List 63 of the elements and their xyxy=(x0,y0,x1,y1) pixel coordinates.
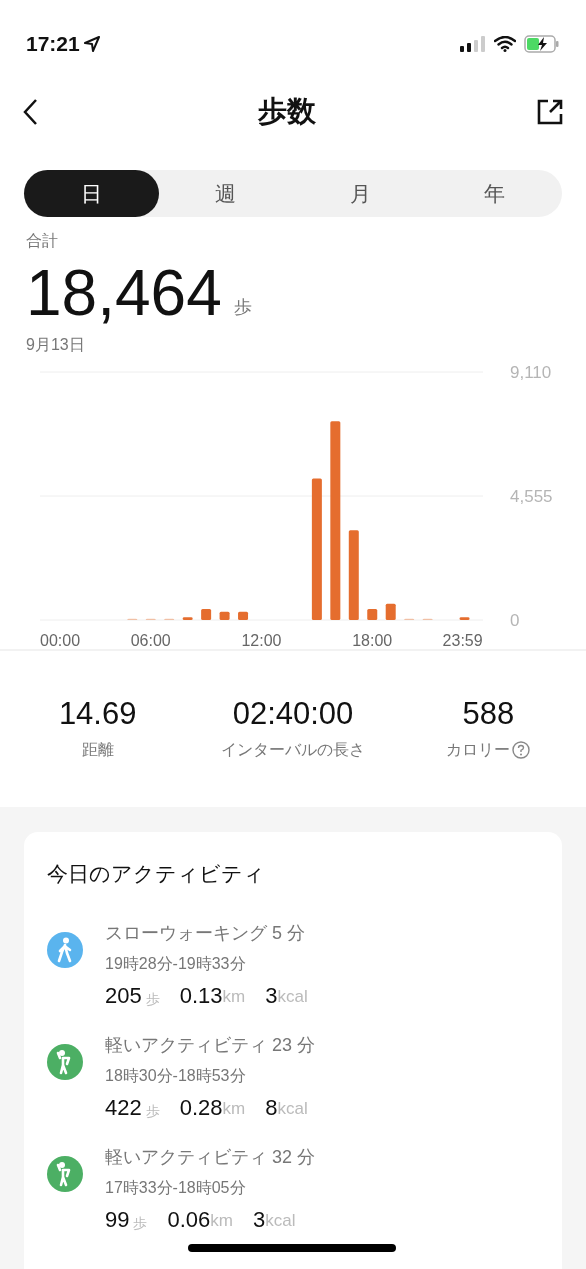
wifi-icon xyxy=(494,36,516,52)
step-unit: 歩 xyxy=(233,296,252,319)
stat-value: 14.69 xyxy=(58,696,137,732)
x-axis-label: 06:00 xyxy=(130,632,171,649)
distance-unit: km xyxy=(222,986,246,1008)
activity-distance: 0.13 xyxy=(179,981,223,1010)
activity-steps: 422 xyxy=(105,1093,142,1122)
distance-unit: km xyxy=(210,1210,233,1232)
x-axis-label: 12:00 xyxy=(241,632,282,649)
bar xyxy=(182,617,193,620)
date-label: 9月13日 xyxy=(26,335,86,355)
bar xyxy=(201,609,212,620)
calories-unit: kcal xyxy=(277,1098,308,1120)
period-tab[interactable]: 日 xyxy=(24,170,159,217)
bar xyxy=(459,617,470,620)
stat-label: インターバルの長さ xyxy=(221,740,365,760)
help-icon[interactable] xyxy=(512,741,531,759)
steps-unit: 歩 xyxy=(145,989,160,1009)
distance-unit: km xyxy=(222,1098,246,1120)
y-axis-label: 9,110 xyxy=(510,363,552,382)
stat-value: 02:40:00 xyxy=(232,696,354,732)
activity-time: 19時28分-19時33分 xyxy=(105,953,247,974)
share-icon[interactable] xyxy=(536,98,564,126)
stat-value: 588 xyxy=(462,696,515,732)
stat-label: 距離 xyxy=(81,740,114,760)
x-axis-label: 23:59 xyxy=(442,632,483,649)
activity-name: スローウォーキング 5 分 xyxy=(105,921,306,945)
x-axis-label: 00:00 xyxy=(40,632,81,649)
bar xyxy=(385,603,396,620)
activity-name: 軽いアクティビティ 23 分 xyxy=(105,1033,316,1057)
y-axis-label: 0 xyxy=(510,611,520,630)
period-tab[interactable]: 月 xyxy=(293,170,428,217)
status-time: 17:21 xyxy=(26,31,80,58)
bar xyxy=(238,611,249,620)
activity-distance: 0.06 xyxy=(167,1205,211,1234)
activity-time: 18時30分-18時53分 xyxy=(105,1065,247,1086)
bar xyxy=(219,611,230,620)
back-icon[interactable] xyxy=(22,98,38,126)
activity-name: 軽いアクティビティ 32 分 xyxy=(105,1145,316,1169)
step-total: 18,464 xyxy=(26,257,222,329)
calories-unit: kcal xyxy=(265,1210,296,1232)
steps-unit: 歩 xyxy=(133,1213,148,1233)
stat-label: カロリー xyxy=(446,740,511,760)
battery-charging-icon xyxy=(524,35,560,53)
signal-icon xyxy=(460,36,486,52)
activity-steps: 99 xyxy=(105,1205,130,1234)
activity-time: 17時33分-18時05分 xyxy=(105,1177,247,1198)
steps-unit: 歩 xyxy=(145,1101,160,1121)
activity-distance: 0.28 xyxy=(179,1093,223,1122)
activity-calories: 3 xyxy=(253,1205,266,1234)
total-label: 合計 xyxy=(26,231,59,251)
card-title: 今日のアクティビティ xyxy=(47,861,266,887)
y-axis-label: 4,555 xyxy=(510,487,553,506)
period-tab[interactable]: 週 xyxy=(158,170,293,217)
period-tab[interactable]: 年 xyxy=(427,170,562,217)
activity-calories: 8 xyxy=(265,1093,278,1122)
x-axis-label: 18:00 xyxy=(352,632,393,649)
calories-unit: kcal xyxy=(277,986,308,1008)
page-title: 歩数 xyxy=(258,94,316,130)
location-arrow-icon xyxy=(83,36,100,52)
activity-calories: 3 xyxy=(265,981,278,1010)
activity-steps: 205 xyxy=(105,981,142,1010)
bar xyxy=(367,609,378,620)
